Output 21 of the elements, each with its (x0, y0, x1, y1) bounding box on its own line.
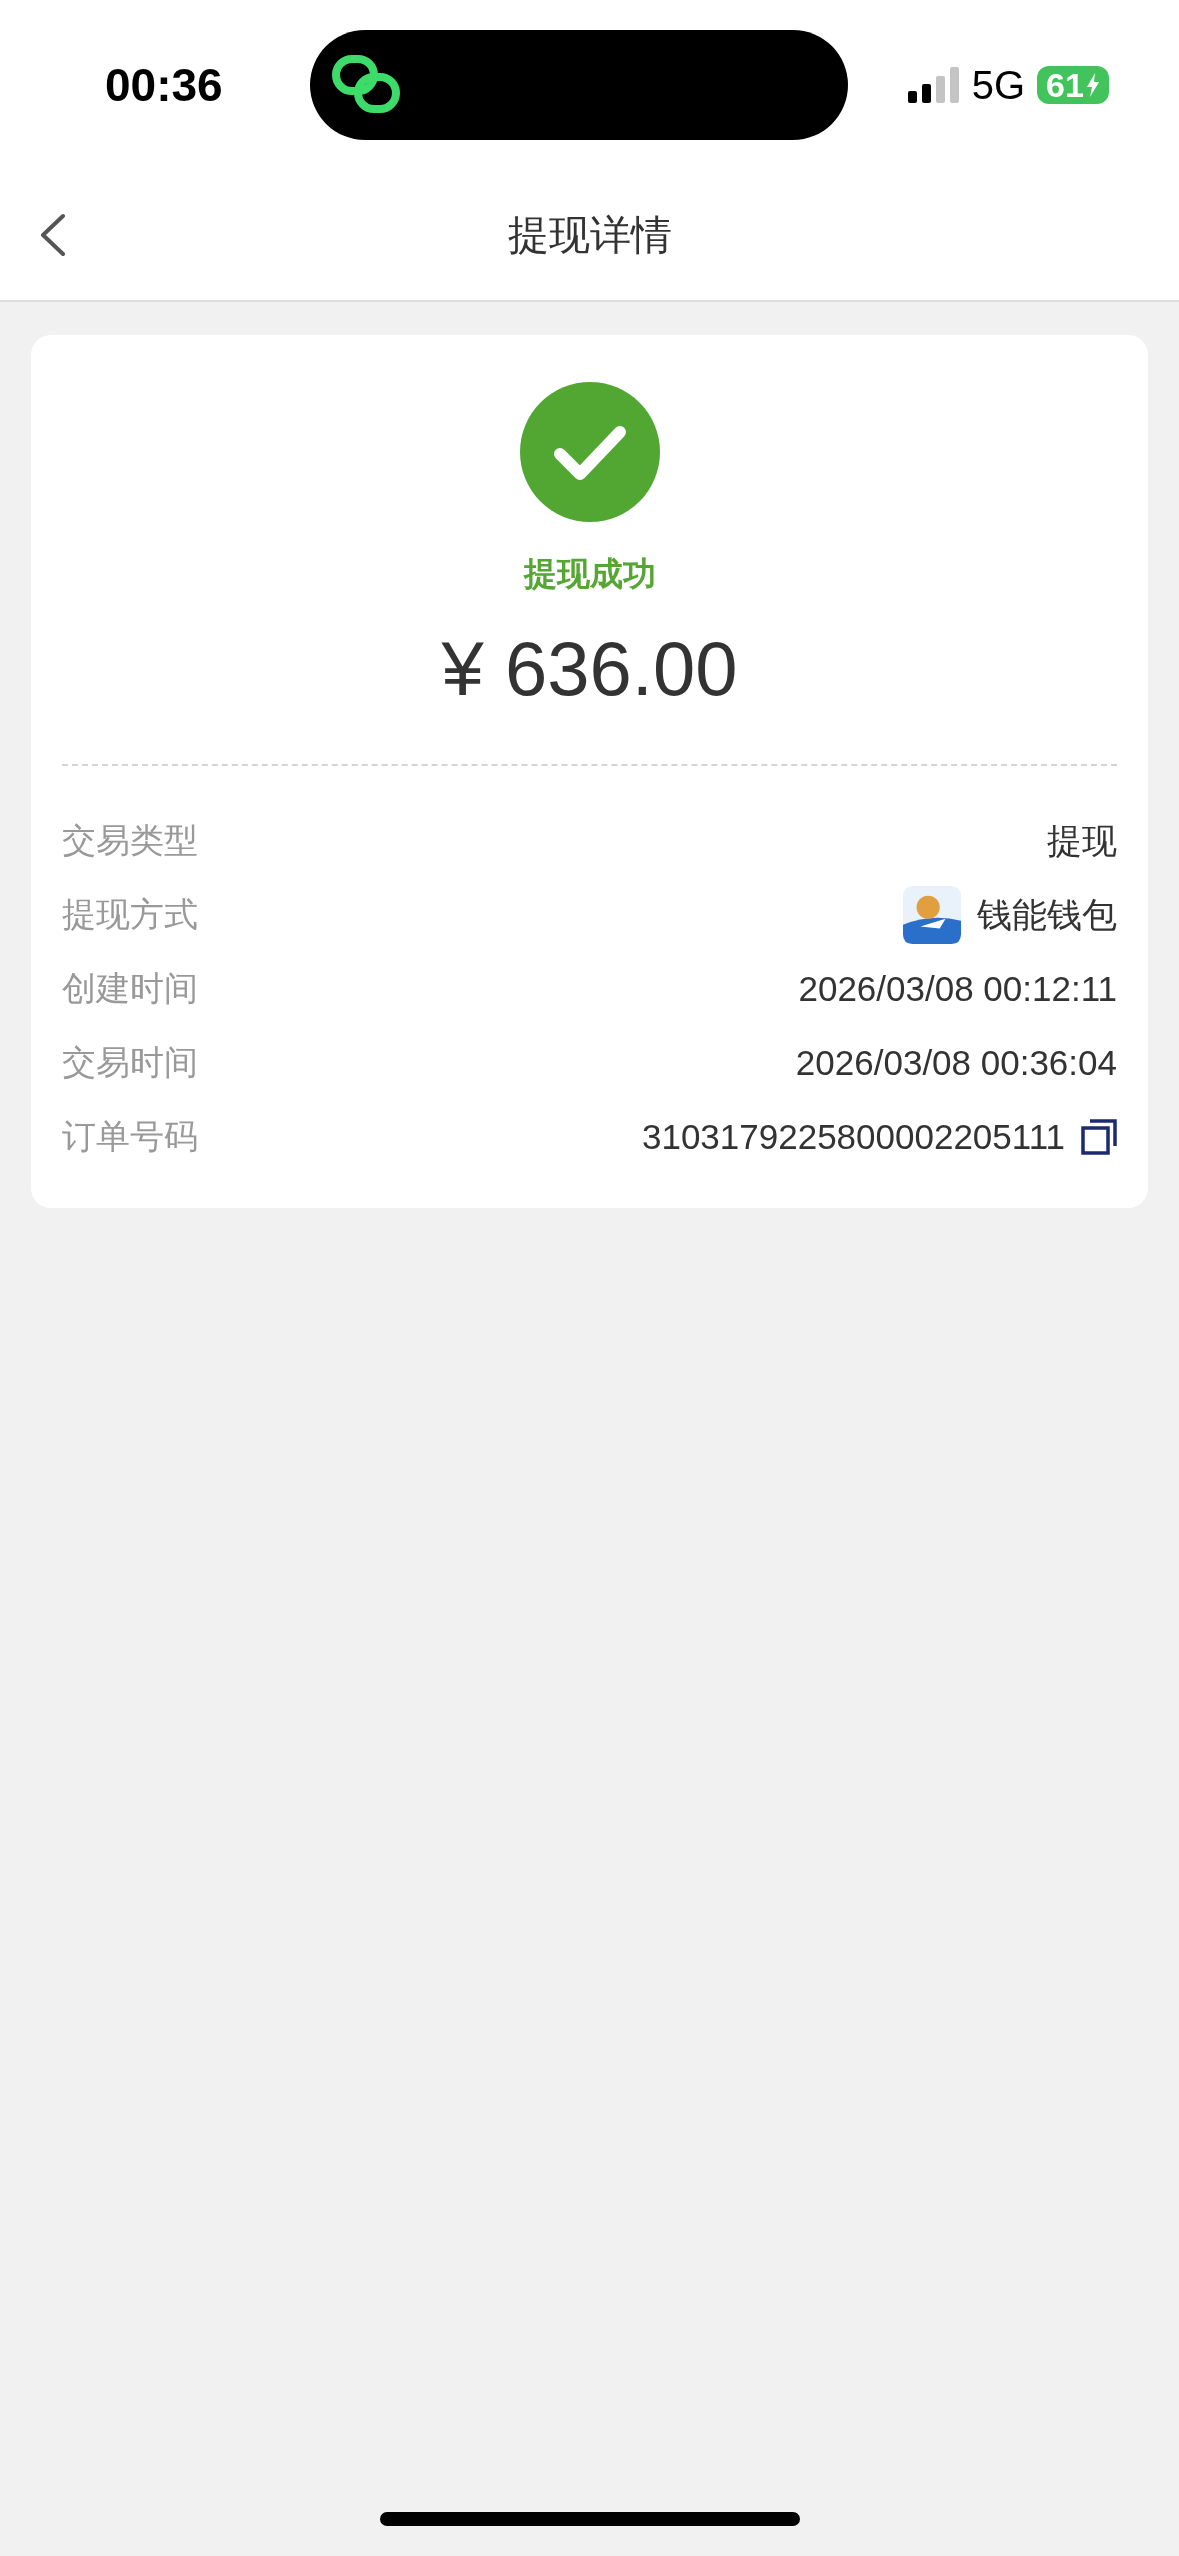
detail-label: 交易类型 (62, 819, 198, 862)
link-icon (332, 55, 402, 115)
back-icon[interactable] (38, 213, 68, 257)
copy-icon[interactable] (1081, 1119, 1117, 1155)
detail-label: 订单号码 (62, 1115, 198, 1158)
battery-icon: 61 (1037, 66, 1109, 104)
status-time: 00:36 (105, 58, 224, 112)
detail-value: 钱能钱包 (977, 893, 1117, 936)
amount: ¥ 636.00 (441, 625, 738, 712)
network-label: 5G (971, 62, 1025, 108)
detail-label: 交易时间 (62, 1041, 198, 1084)
page-title: 提现详情 (507, 209, 672, 261)
detail-value: 2026/03/08 00:36:04 (795, 1043, 1117, 1083)
detail-label: 创建时间 (62, 967, 198, 1010)
status-text: 提现成功 (523, 553, 656, 595)
detail-value: 3103179225800002205111 (641, 1117, 1065, 1157)
detail-value: 提现 (1047, 819, 1117, 862)
detail-value: 2026/03/08 00:12:11 (798, 969, 1117, 1009)
signal-icon (907, 67, 960, 103)
detail-label: 提现方式 (62, 893, 198, 936)
app-icon (903, 886, 961, 944)
